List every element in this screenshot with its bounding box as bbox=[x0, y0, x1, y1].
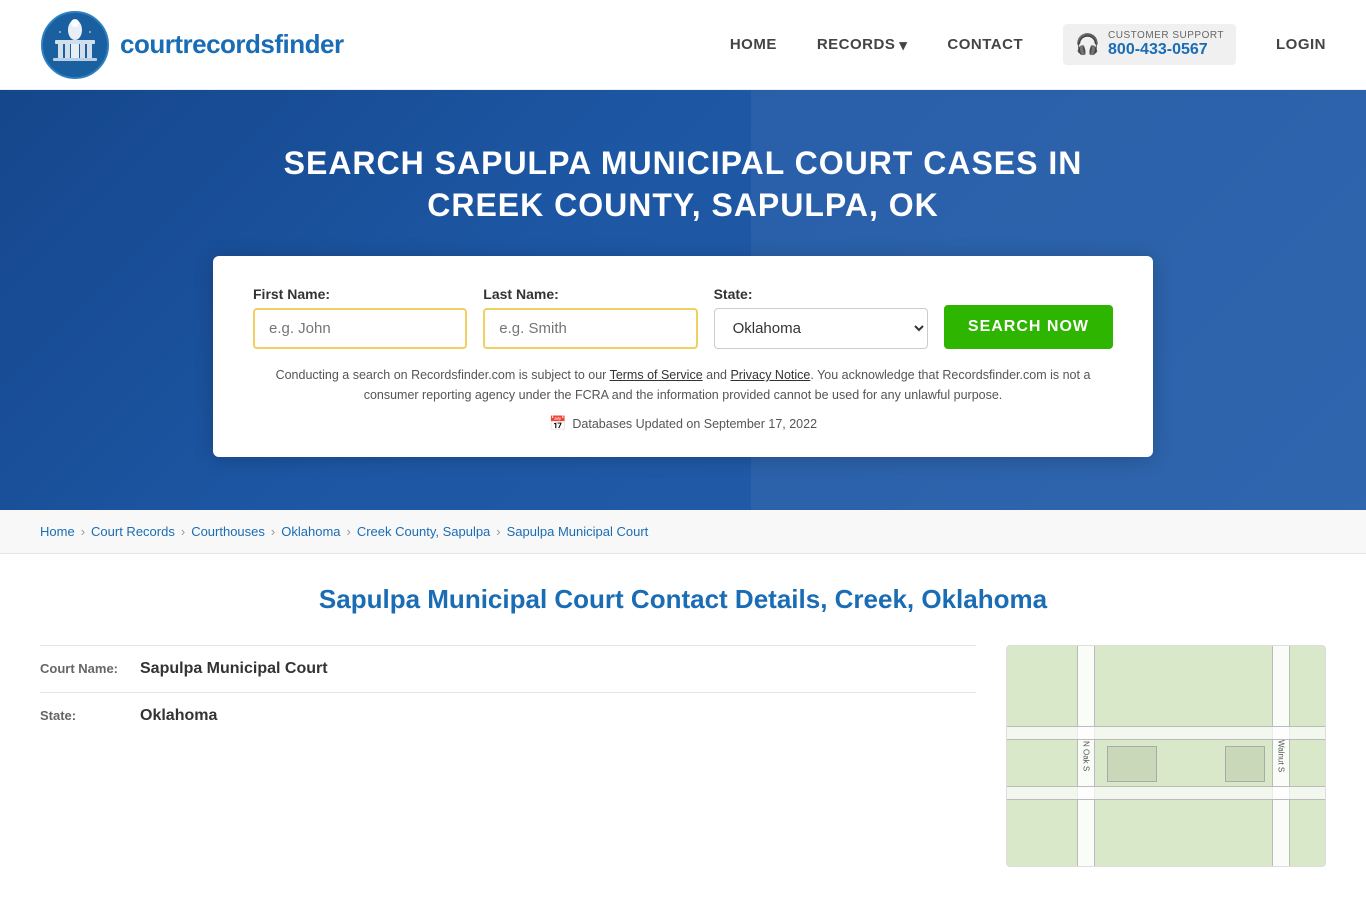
hero-section: SEARCH SAPULPA MUNICIPAL COURT CASES IN … bbox=[0, 90, 1366, 510]
login-button[interactable]: LOGIN bbox=[1276, 36, 1326, 53]
sep-2: › bbox=[181, 524, 185, 539]
last-name-input[interactable] bbox=[483, 308, 697, 349]
breadcrumb-court-records[interactable]: Court Records bbox=[91, 524, 175, 539]
chevron-down-icon: ▾ bbox=[899, 36, 907, 54]
support-number: 800-433-0567 bbox=[1108, 41, 1224, 59]
state-row: State: Oklahoma bbox=[40, 692, 976, 739]
breadcrumb-current: Sapulpa Municipal Court bbox=[507, 524, 649, 539]
first-name-label: First Name: bbox=[253, 286, 467, 302]
search-card: First Name: Last Name: State: Oklahoma A… bbox=[213, 256, 1153, 457]
court-name-row: Court Name: Sapulpa Municipal Court bbox=[40, 645, 976, 692]
map-section: 35°59'57.5"N 96°06'28.... View larger ma… bbox=[1006, 645, 1326, 867]
sep-3: › bbox=[271, 524, 275, 539]
search-fields: First Name: Last Name: State: Oklahoma A… bbox=[253, 286, 1113, 349]
support-button[interactable]: 🎧 CUSTOMER SUPPORT 800-433-0567 bbox=[1063, 24, 1236, 65]
last-name-label: Last Name: bbox=[483, 286, 697, 302]
header: courtrecordsfinder HOME RECORDS ▾ CONTAC… bbox=[0, 0, 1366, 90]
disclaimer-text: Conducting a search on Recordsfinder.com… bbox=[253, 365, 1113, 405]
breadcrumb-home[interactable]: Home bbox=[40, 524, 75, 539]
logo-icon bbox=[40, 10, 110, 80]
map-placeholder: 35°59'57.5"N 96°06'28.... View larger ma… bbox=[1007, 646, 1325, 866]
support-label: CUSTOMER SUPPORT bbox=[1108, 30, 1224, 41]
state-label: State: bbox=[714, 286, 928, 302]
main-content: Sapulpa Municipal Court Contact Details,… bbox=[0, 554, 1366, 907]
sep-4: › bbox=[347, 524, 351, 539]
first-name-input[interactable] bbox=[253, 308, 467, 349]
sep-1: › bbox=[81, 524, 85, 539]
logo-text: courtrecordsfinder bbox=[120, 29, 344, 60]
details-map-container: Court Name: Sapulpa Municipal Court Stat… bbox=[40, 645, 1326, 867]
logo-area: courtrecordsfinder bbox=[40, 10, 344, 80]
logo-text-light: courtrecords bbox=[120, 29, 274, 59]
state-select[interactable]: Oklahoma Alabama Alaska Arizona Arkansas… bbox=[714, 308, 928, 349]
db-updated: 📅 Databases Updated on September 17, 202… bbox=[253, 415, 1113, 432]
hero-title: SEARCH SAPULPA MUNICIPAL COURT CASES IN … bbox=[233, 143, 1133, 226]
last-name-group: Last Name: bbox=[483, 286, 697, 349]
court-name-label: Court Name: bbox=[40, 661, 130, 676]
calendar-icon: 📅 bbox=[549, 415, 566, 432]
breadcrumb-courthouses[interactable]: Courthouses bbox=[191, 524, 265, 539]
main-nav: HOME RECORDS ▾ CONTACT 🎧 CUSTOMER SUPPOR… bbox=[730, 24, 1326, 65]
breadcrumb-oklahoma[interactable]: Oklahoma bbox=[281, 524, 340, 539]
privacy-notice-link[interactable]: Privacy Notice bbox=[730, 368, 810, 382]
nav-contact[interactable]: CONTACT bbox=[947, 36, 1023, 53]
nav-home[interactable]: HOME bbox=[730, 36, 777, 53]
street-n-oak-label: N Oak S bbox=[1082, 741, 1091, 771]
search-button[interactable]: SEARCH NOW bbox=[944, 305, 1113, 349]
terms-of-service-link[interactable]: Terms of Service bbox=[610, 368, 703, 382]
street-walnut-label: Walnut S bbox=[1277, 740, 1286, 772]
sep-5: › bbox=[496, 524, 500, 539]
db-updated-text: Databases Updated on September 17, 2022 bbox=[572, 417, 817, 431]
court-name-value: Sapulpa Municipal Court bbox=[140, 660, 328, 678]
breadcrumb: Home › Court Records › Courthouses › Okl… bbox=[0, 510, 1366, 554]
logo-text-bold: finder bbox=[274, 29, 343, 59]
state-group: State: Oklahoma Alabama Alaska Arizona A… bbox=[714, 286, 928, 349]
details-section: Court Name: Sapulpa Municipal Court Stat… bbox=[40, 645, 976, 739]
headphone-icon: 🎧 bbox=[1075, 32, 1100, 57]
breadcrumb-creek-county[interactable]: Creek County, Sapulpa bbox=[357, 524, 490, 539]
state-detail-value: Oklahoma bbox=[140, 707, 217, 725]
state-detail-label: State: bbox=[40, 708, 130, 723]
section-title: Sapulpa Municipal Court Contact Details,… bbox=[40, 584, 1326, 615]
first-name-group: First Name: bbox=[253, 286, 467, 349]
nav-records[interactable]: RECORDS ▾ bbox=[817, 36, 908, 54]
support-text: CUSTOMER SUPPORT 800-433-0567 bbox=[1108, 30, 1224, 59]
